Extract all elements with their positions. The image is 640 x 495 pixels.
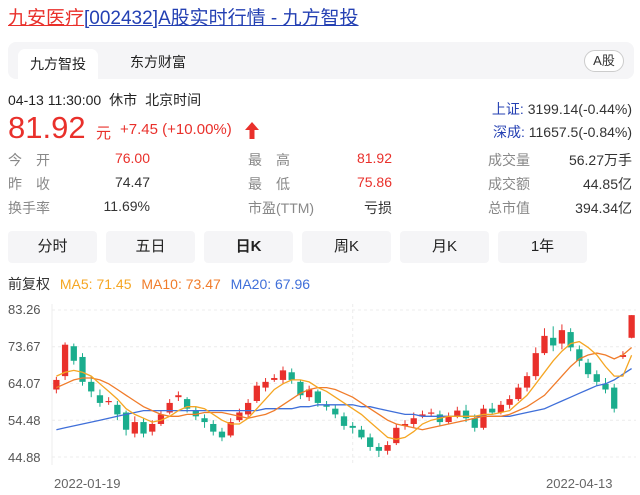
candle-body — [628, 315, 635, 338]
candle-body — [593, 374, 600, 382]
candle-body — [532, 353, 539, 377]
candle-body — [175, 395, 182, 398]
candle-body — [332, 408, 339, 415]
candle-body — [506, 399, 513, 405]
candle-body — [262, 381, 269, 388]
candle-body — [271, 378, 278, 380]
candle-body — [279, 370, 287, 380]
candle-body — [53, 379, 60, 390]
candle-body — [131, 422, 138, 434]
candle-body — [244, 402, 252, 415]
candle-body — [210, 423, 217, 432]
candle-body — [523, 376, 531, 388]
candle-body — [253, 385, 260, 402]
candle-body — [558, 330, 566, 344]
candle-body — [515, 387, 522, 400]
candle-body — [201, 418, 208, 423]
candle-body — [462, 410, 470, 419]
candle-body — [497, 404, 505, 413]
candle-body — [454, 410, 461, 417]
candle-body — [384, 445, 391, 451]
candlestick-chart[interactable] — [0, 0, 640, 495]
candle-body — [218, 431, 226, 438]
candle-body — [340, 416, 348, 426]
candle-body — [140, 422, 147, 434]
candle-body — [88, 381, 95, 392]
candle-body — [70, 346, 77, 361]
candle-body — [149, 423, 156, 432]
candle-body — [489, 408, 496, 413]
candle-body — [428, 412, 435, 414]
candle-body — [541, 335, 548, 354]
candle-body — [288, 372, 295, 380]
candle-body — [314, 391, 321, 403]
candle-body — [480, 408, 487, 428]
candle-body — [105, 401, 112, 403]
candle-body — [584, 362, 592, 375]
candle-body — [367, 437, 374, 447]
candle-body — [471, 418, 478, 428]
candle-body — [114, 404, 121, 415]
candle-body — [410, 418, 417, 424]
candle-body — [611, 387, 618, 409]
candle-body — [349, 425, 356, 428]
candle-body — [550, 337, 557, 346]
candle-body — [375, 446, 383, 451]
candle-body — [358, 429, 365, 438]
candle-body — [96, 395, 104, 403]
candle-body — [393, 427, 400, 444]
